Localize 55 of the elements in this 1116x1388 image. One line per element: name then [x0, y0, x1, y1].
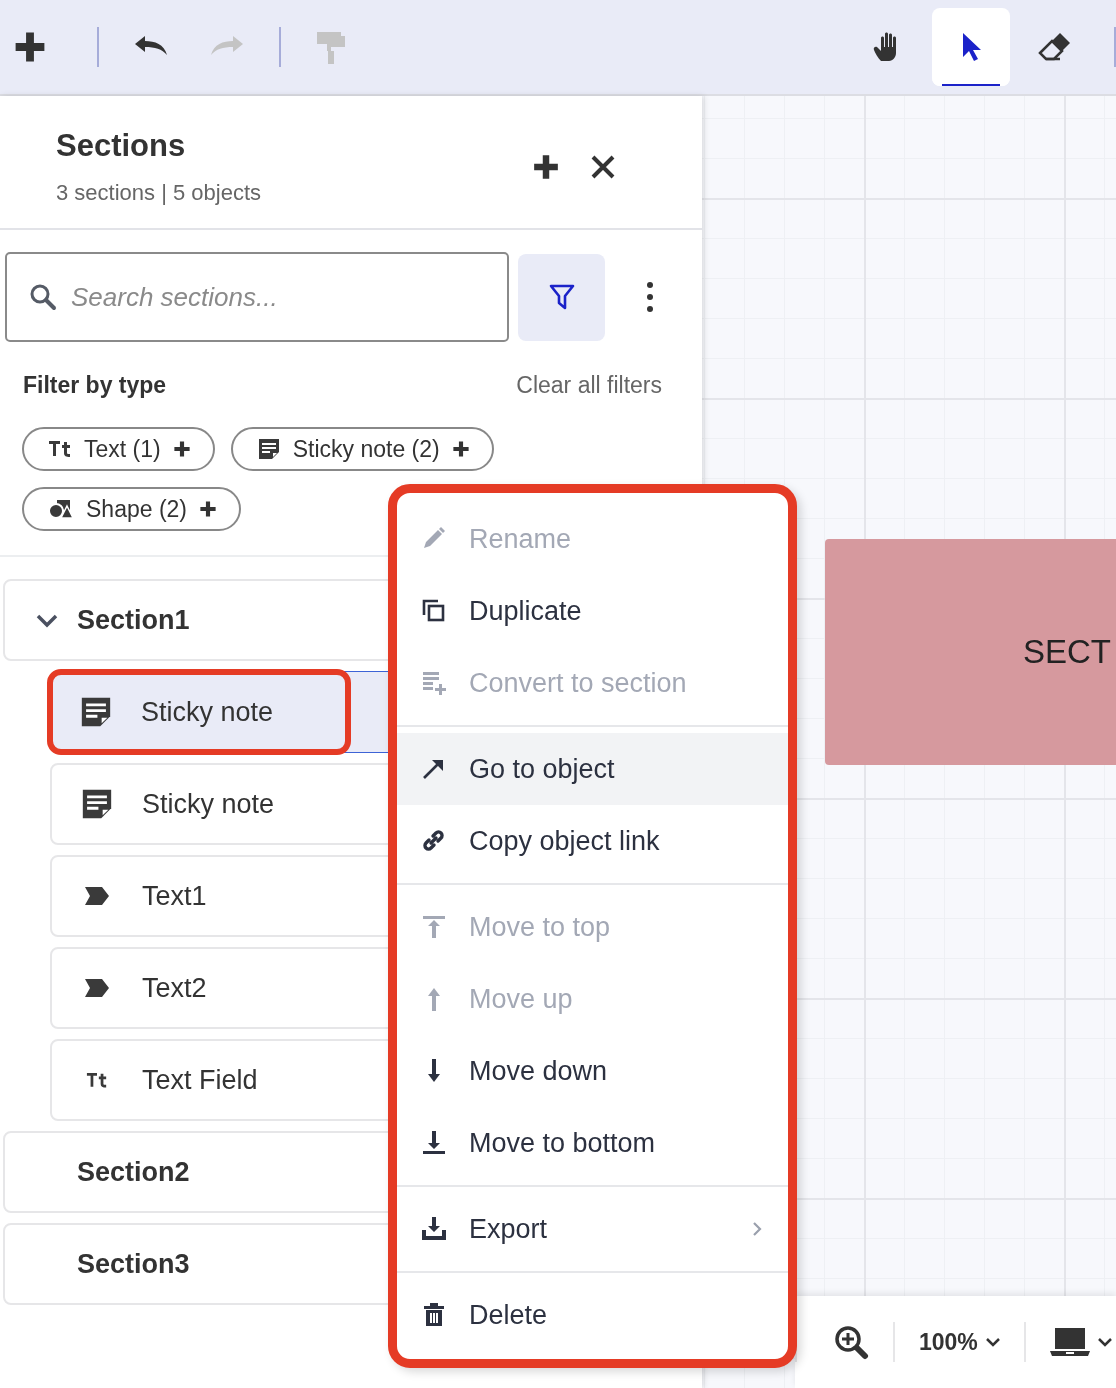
trash-icon [421, 1302, 447, 1328]
section-shape[interactable]: SECT [825, 539, 1116, 765]
tag-shape-icon [84, 886, 110, 906]
more-options-icon[interactable] [646, 281, 654, 313]
filter-icon [548, 283, 575, 311]
clear-filters-link[interactable]: Clear all filters [516, 372, 662, 399]
tag-shape-icon [84, 978, 110, 998]
search-field[interactable]: Search sections... [5, 252, 509, 342]
object-name: Text Field [142, 1064, 258, 1096]
filter-button[interactable] [518, 253, 605, 341]
filter-chip[interactable]: Text (1) [22, 427, 215, 471]
text-type-icon [48, 439, 72, 459]
eraser-icon [1037, 31, 1073, 63]
device-dropdown[interactable] [1049, 1327, 1112, 1357]
download-icon [421, 1216, 447, 1242]
object-name: Sticky note [141, 696, 274, 728]
filter-chip[interactable]: Shape (2) [22, 487, 241, 531]
object-name: Sticky note [142, 788, 275, 820]
sticky-note-icon [79, 695, 113, 729]
close-icon[interactable] [590, 154, 616, 180]
plus-icon [199, 500, 217, 518]
chip-label: Shape (2) [86, 495, 187, 523]
zoom-in-icon[interactable] [833, 1324, 869, 1360]
filter-heading: Filter by type [23, 372, 167, 399]
duplicate-icon [421, 598, 447, 624]
chevron-down-icon [985, 1337, 1000, 1347]
menu-item[interactable]: Go to object [397, 733, 788, 805]
object-name: Text2 [142, 972, 207, 1004]
filter-chip[interactable]: Sticky note (2) [230, 427, 494, 471]
search-icon [29, 283, 57, 311]
section-name: Section2 [77, 1156, 190, 1188]
panel-summary: 3 sections | 5 objects [56, 180, 262, 206]
chevron-down-icon [1097, 1337, 1112, 1347]
shapes-icon [48, 499, 74, 519]
arrow-to-top-icon [421, 914, 447, 940]
chip-label: Sticky note (2) [292, 435, 440, 463]
plus-icon [451, 440, 470, 458]
add-icon[interactable] [532, 153, 560, 181]
arrow-to-bottom-icon [421, 1130, 447, 1156]
panel-title: Sections [56, 128, 187, 164]
plus-icon [172, 440, 191, 458]
laptop-icon [1049, 1327, 1090, 1357]
section-name: Section1 [77, 604, 190, 636]
pointer-tool-button[interactable] [932, 8, 1010, 86]
plus-icon[interactable] [13, 30, 47, 64]
text-type-icon [86, 1071, 108, 1089]
object-name: Text1 [142, 880, 207, 912]
list-plus-icon [421, 670, 447, 696]
zoom-level-dropdown[interactable]: 100% [919, 1328, 1000, 1356]
sticky-note-icon [256, 437, 281, 461]
sticky-note-icon [80, 787, 114, 821]
chip-label: Text (1) [84, 435, 161, 463]
link-icon [421, 828, 447, 854]
section-name: Section3 [77, 1248, 190, 1280]
shape-label: SECT [1023, 633, 1111, 671]
